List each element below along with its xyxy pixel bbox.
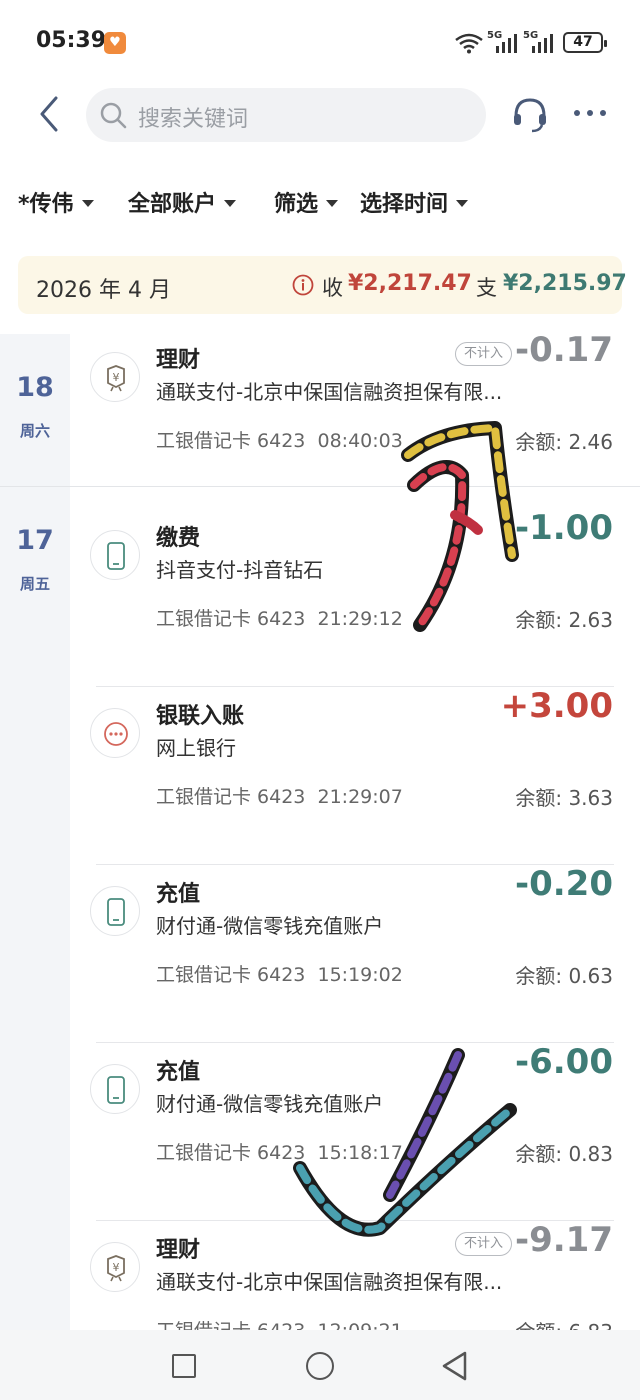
transaction-amount: -1.00: [515, 508, 613, 548]
svg-text:¥: ¥: [113, 371, 120, 384]
income-label: 收: [322, 276, 343, 300]
transaction-row[interactable]: 缴费 抖音支付-抖音钻石 工银借记卡 6423 21:29:12 余额: 2.6…: [70, 508, 640, 686]
transaction-desc: 通联支付-北京中保国信融资担保有限...: [156, 380, 503, 404]
transaction-meta: 工银借记卡 6423 15:18:17: [156, 1142, 403, 1164]
expense-total: ¥2,215.97: [503, 271, 627, 296]
signal-icon: [496, 34, 517, 53]
filter-time[interactable]: 选择时间: [360, 186, 469, 218]
status-time: 05:39: [36, 28, 107, 53]
info-icon[interactable]: [292, 274, 314, 296]
excluded-tag: 不计入: [454, 342, 512, 366]
transaction-balance: 余额: 3.63: [515, 786, 613, 810]
chevron-down-icon: [456, 199, 469, 207]
transaction-desc: 财付通-微信零钱充值账户: [156, 914, 384, 938]
expense-label: 支: [476, 276, 497, 300]
signal-icon-2: [532, 34, 553, 53]
transaction-balance: 余额: 0.83: [515, 1142, 613, 1166]
filter-bar: *传伟 全部账户 筛选 选择时间: [0, 180, 640, 224]
more-dots-icon: [90, 708, 140, 758]
month-summary: 2026 年 4 月 收 ¥2,217.47 支 ¥2,215.97: [18, 256, 627, 314]
transaction-meta: 工银借记卡 6423 08:40:03: [156, 430, 403, 452]
date-group-18: 18 周六: [0, 334, 70, 486]
top-bar: 搜索关键词: [0, 84, 640, 146]
filter-account[interactable]: 全部账户: [128, 186, 237, 218]
battery-indicator: 47: [563, 32, 607, 53]
transaction-title: 充值: [156, 1060, 201, 1085]
transaction-meta: 工银借记卡 6423 12:09:21: [156, 1316, 403, 1330]
chevron-down-icon: [224, 199, 237, 207]
date-weekday: 周六: [19, 422, 50, 440]
transaction-balance: 余额: 2.63: [515, 608, 613, 632]
transaction-desc: 财付通-微信零钱充值账户: [156, 1092, 384, 1116]
transaction-desc: 网上银行: [156, 736, 236, 760]
recent-apps-button[interactable]: [172, 1354, 196, 1378]
chevron-down-icon: [81, 199, 94, 207]
transaction-row[interactable]: 充值 财付通-微信零钱充值账户 工银借记卡 6423 15:18:17 余额: …: [70, 1042, 640, 1220]
date-day: 18: [16, 372, 54, 403]
svg-text:¥: ¥: [113, 1261, 120, 1274]
back-button[interactable]: [440, 1350, 470, 1382]
more-options-icon[interactable]: [572, 106, 608, 120]
chevron-down-icon: [326, 199, 339, 207]
notification-heart-icon: ♥: [104, 32, 126, 54]
search-icon: [100, 102, 127, 129]
system-nav-bar: [0, 1330, 640, 1400]
transaction-amount: -6.00: [515, 1042, 613, 1082]
transaction-meta: 工银借记卡 6423 15:19:02: [156, 964, 403, 986]
transaction-balance: 余额: 6.83: [515, 1316, 613, 1330]
search-placeholder: 搜索关键词: [138, 107, 249, 132]
income-total: ¥2,217.47: [348, 271, 472, 296]
wifi-icon: [455, 33, 483, 54]
transaction-amount: -0.20: [515, 864, 613, 904]
transaction-title: 银联入账: [156, 704, 245, 729]
excluded-tag: 不计入: [454, 1232, 512, 1256]
transaction-amount: -9.17: [515, 1220, 613, 1260]
transaction-amount: -0.17: [515, 330, 613, 370]
wealth-icon: ¥: [90, 1242, 140, 1292]
date-group-17: 17 周五: [0, 487, 70, 1330]
home-button[interactable]: [306, 1352, 334, 1380]
transaction-title: 理财: [156, 1238, 201, 1263]
transaction-title: 理财: [156, 348, 201, 373]
phone-icon: [90, 1064, 140, 1114]
month-label[interactable]: 2026 年 4 月: [36, 272, 171, 304]
transaction-title: 充值: [156, 882, 201, 907]
filter-person[interactable]: *传伟: [18, 186, 94, 218]
transaction-balance: 余额: 0.63: [515, 964, 613, 988]
transaction-row[interactable]: 银联入账 网上银行 工银借记卡 6423 21:29:07 余额: 3.63 +…: [70, 686, 640, 864]
transaction-row[interactable]: ¥ 理财 通联支付-北京中保国信融资担保有限... 工银借记卡 6423 08:…: [70, 330, 640, 508]
transaction-meta: 工银借记卡 6423 21:29:07: [156, 786, 403, 808]
phone-icon: [90, 530, 140, 580]
date-day: 17: [16, 525, 54, 556]
transaction-row[interactable]: 充值 财付通-微信零钱充值账户 工银借记卡 6423 15:19:02 余额: …: [70, 864, 640, 1042]
status-bar: 05:39 ♥ 5G 5G 47: [0, 0, 640, 84]
filter-screen[interactable]: 筛选: [274, 186, 339, 218]
transaction-desc: 通联支付-北京中保国信融资担保有限...: [156, 1270, 503, 1294]
phone-icon: [90, 886, 140, 936]
transaction-row[interactable]: ¥ 理财 通联支付-北京中保国信融资担保有限... 工银借记卡 6423 12:…: [70, 1220, 640, 1330]
wealth-icon: ¥: [90, 352, 140, 402]
transaction-balance: 余额: 2.46: [515, 430, 613, 454]
date-weekday: 周五: [19, 575, 50, 593]
transaction-amount: +3.00: [500, 686, 613, 726]
transaction-meta: 工银借记卡 6423 21:29:12: [156, 608, 403, 630]
customer-service-headset-icon[interactable]: [510, 94, 550, 134]
transaction-desc: 抖音支付-抖音钻石: [156, 558, 324, 582]
back-arrow-icon[interactable]: [34, 94, 64, 134]
search-input[interactable]: 搜索关键词: [86, 88, 486, 142]
transaction-title: 缴费: [156, 526, 201, 551]
